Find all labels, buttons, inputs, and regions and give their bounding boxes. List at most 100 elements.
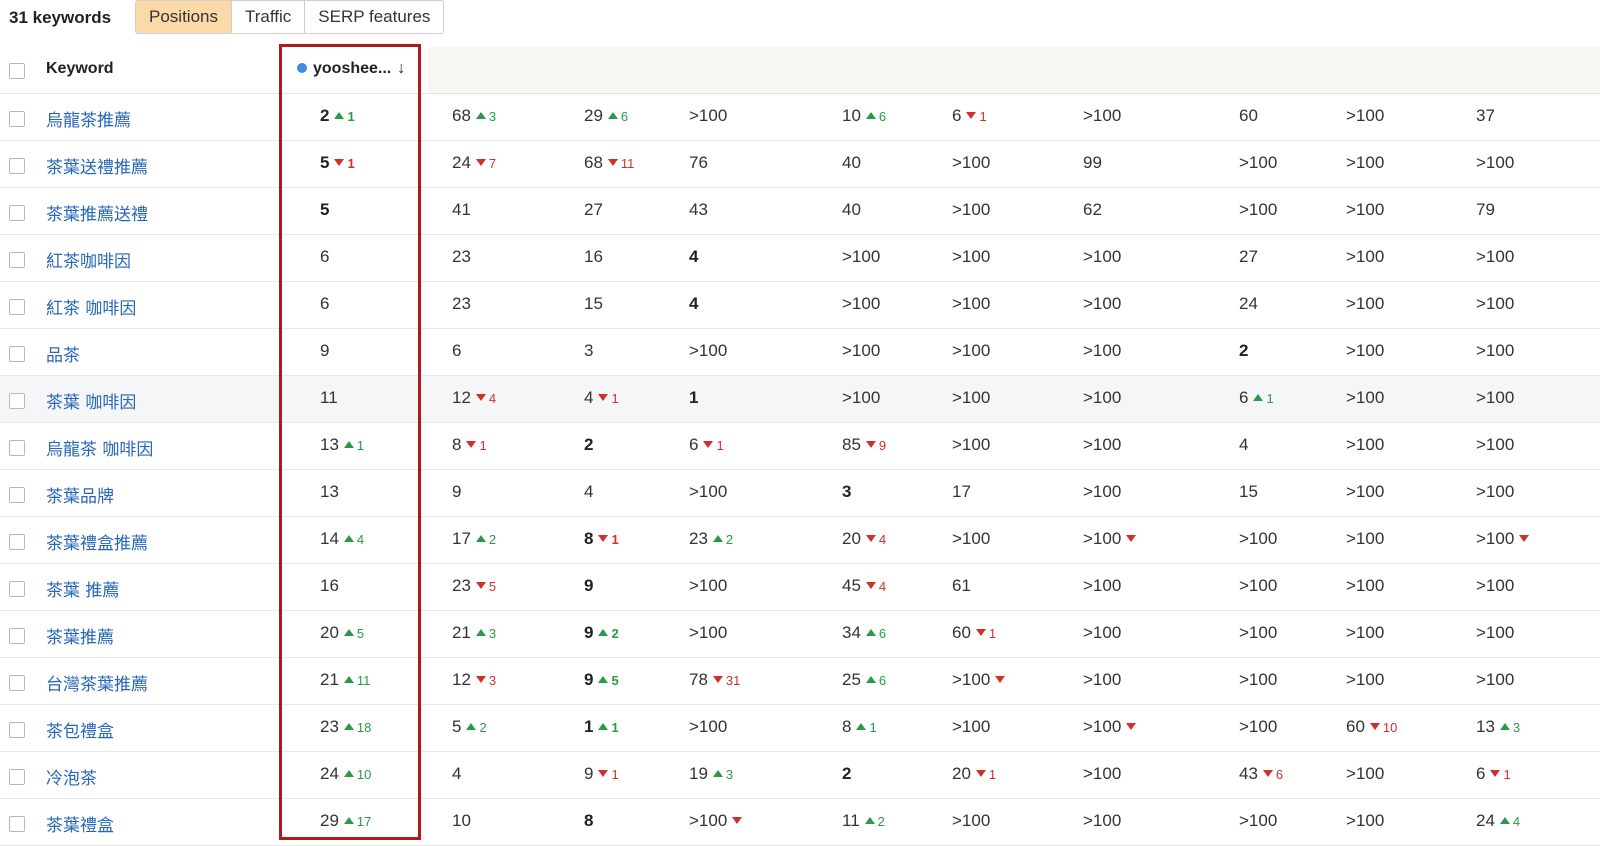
keyword-link[interactable]: 茶葉推薦 (46, 623, 114, 648)
row-checkbox[interactable] (9, 252, 25, 268)
triangle-down-icon (975, 770, 986, 777)
position-value: >100 (1346, 435, 1385, 454)
row-checkbox[interactable] (9, 675, 25, 691)
change-down: 1 (966, 109, 987, 124)
position-cell-competitor: 23 (452, 294, 471, 314)
keyword-link[interactable]: 茶葉推薦送禮 (46, 200, 148, 225)
position-value: 8 (452, 435, 462, 454)
row-checkbox[interactable] (9, 111, 25, 127)
row-checkbox[interactable] (9, 158, 25, 174)
position-cell-primary: 13 (320, 482, 339, 502)
position-value: >100 (1083, 388, 1122, 407)
position-cell-competitor: >100 (1476, 388, 1514, 408)
column-header-domain[interactable]: yooshee... ↓ (297, 60, 405, 78)
tab-serp-features[interactable]: SERP features (305, 1, 444, 33)
keyword-link[interactable]: 烏龍茶推薦 (46, 106, 131, 131)
position-value: >100 (1239, 623, 1278, 642)
position-cell-competitor: >100 (1346, 811, 1384, 831)
position-value: 23 (452, 294, 471, 313)
sort-arrow-icon: ↓ (397, 60, 406, 77)
position-value: 9 (584, 764, 594, 783)
position-value: 6 (952, 106, 962, 125)
change-amount: 4 (488, 391, 497, 406)
row-checkbox[interactable] (9, 205, 25, 221)
table-row: 烏龍茶 咖啡因 13 1 8 1 2 6 1 85 9 >100 >100 4 >100 >100 (0, 423, 1600, 470)
keyword-link[interactable]: 品茶 (46, 341, 80, 366)
position-cell-primary: 9 (320, 341, 329, 361)
triangle-up-icon (864, 817, 875, 824)
position-cell-competitor: >100 (1346, 670, 1384, 690)
position-cell-competitor: 24 4 (1476, 811, 1520, 831)
change-amount: 5 (356, 626, 365, 641)
change-amount: 4 (356, 532, 365, 547)
position-cell-competitor: >100 (1476, 341, 1514, 361)
row-checkbox[interactable] (9, 534, 25, 550)
row-checkbox[interactable] (9, 581, 25, 597)
change-down: 7 (475, 156, 496, 171)
row-checkbox[interactable] (9, 769, 25, 785)
change-down (732, 814, 743, 829)
row-checkbox[interactable] (9, 299, 25, 315)
position-cell-competitor: >100 (842, 294, 880, 314)
keyword-link[interactable]: 台灣茶葉推薦 (46, 670, 148, 695)
row-checkbox[interactable] (9, 440, 25, 456)
change-down: 9 (865, 438, 886, 453)
row-checkbox[interactable] (9, 816, 25, 832)
keyword-link[interactable]: 茶葉送禮推薦 (46, 153, 148, 178)
triangle-up-icon (598, 723, 609, 730)
position-value: 20 (952, 764, 971, 783)
triangle-up-icon (343, 676, 354, 683)
change-up: 17 (343, 814, 371, 829)
position-cell-competitor: >100 (1476, 482, 1514, 502)
change-up: 10 (343, 767, 372, 782)
keyword-link[interactable]: 茶葉品牌 (46, 482, 114, 507)
row-checkbox[interactable] (9, 628, 25, 644)
position-value: 40 (842, 153, 861, 172)
keyword-link[interactable]: 冷泡茶 (46, 764, 97, 789)
position-cell-competitor: 4 (452, 764, 461, 784)
column-header-keyword[interactable]: Keyword (46, 60, 114, 78)
position-cell-competitor: 81 (584, 529, 619, 549)
keyword-link[interactable]: 茶葉 咖啡因 (46, 388, 136, 413)
position-cell-competitor: 99 (1083, 153, 1102, 173)
change-up: 2 (475, 532, 496, 547)
change-amount: 10 (356, 767, 372, 782)
tab-positions[interactable]: Positions (136, 1, 232, 33)
position-value: >100 (1239, 200, 1278, 219)
position-cell-competitor: 29 6 (584, 106, 628, 126)
position-value: 2 (584, 435, 594, 454)
row-checkbox[interactable] (9, 393, 25, 409)
select-all-checkbox[interactable] (9, 63, 25, 79)
row-checkbox[interactable] (9, 346, 25, 362)
tab-traffic[interactable]: Traffic (231, 1, 306, 33)
keyword-link[interactable]: 烏龍茶 咖啡因 (46, 435, 153, 460)
keyword-link[interactable]: 紅茶咖啡因 (46, 247, 131, 272)
position-value: >100 (1083, 623, 1122, 642)
keyword-link[interactable]: 茶包禮盒 (46, 717, 114, 742)
position-cell-competitor: >100 (952, 294, 990, 314)
position-cell-competitor: 4 (689, 247, 698, 267)
keyword-link[interactable]: 茶葉禮盒推薦 (46, 529, 148, 554)
change-amount: 31 (725, 673, 741, 688)
triangle-up-icon (343, 723, 354, 730)
change-down: 4 (865, 532, 886, 547)
keyword-link[interactable]: 紅茶 咖啡因 (46, 294, 136, 319)
position-cell-competitor: 40 (842, 200, 861, 220)
position-value: 9 (584, 623, 594, 642)
row-checkbox[interactable] (9, 722, 25, 738)
row-checkbox[interactable] (9, 487, 25, 503)
change-down: 31 (712, 673, 741, 688)
triangle-up-icon (598, 629, 609, 636)
triangle-up-icon (865, 112, 876, 119)
position-value: >100 (1083, 435, 1122, 454)
position-cell-competitor: >100 (1083, 529, 1137, 549)
position-value: 6 (320, 294, 330, 313)
position-value: 10 (452, 811, 471, 830)
position-value: 23 (320, 717, 339, 736)
position-value: 24 (1476, 811, 1495, 830)
position-cell-competitor: 4 (584, 482, 593, 502)
position-cell-competitor: >100 (1346, 153, 1384, 173)
keyword-link[interactable]: 茶葉 推薦 (46, 576, 119, 601)
position-cell-competitor: 11 2 (842, 811, 885, 831)
keyword-link[interactable]: 茶葉禮盒 (46, 811, 114, 836)
